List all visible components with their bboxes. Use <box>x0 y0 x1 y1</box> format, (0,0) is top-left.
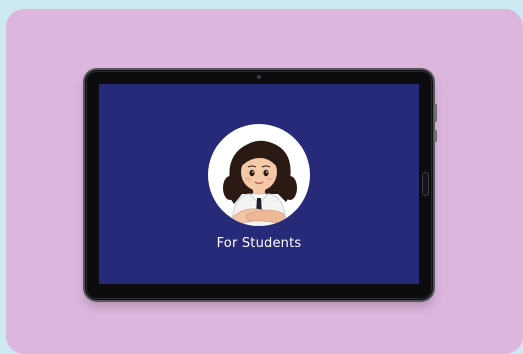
camera-icon <box>257 75 261 79</box>
student-girl-avatar-icon <box>223 140 297 226</box>
power-button <box>434 130 437 142</box>
student-avatar[interactable] <box>208 124 310 226</box>
tablet-screen: For Students <box>99 84 419 284</box>
background-card: For Students <box>6 9 523 354</box>
home-button <box>422 172 429 196</box>
tablet-device: For Students <box>85 70 437 300</box>
for-students-label[interactable]: For Students <box>99 236 419 251</box>
volume-button <box>434 104 437 122</box>
